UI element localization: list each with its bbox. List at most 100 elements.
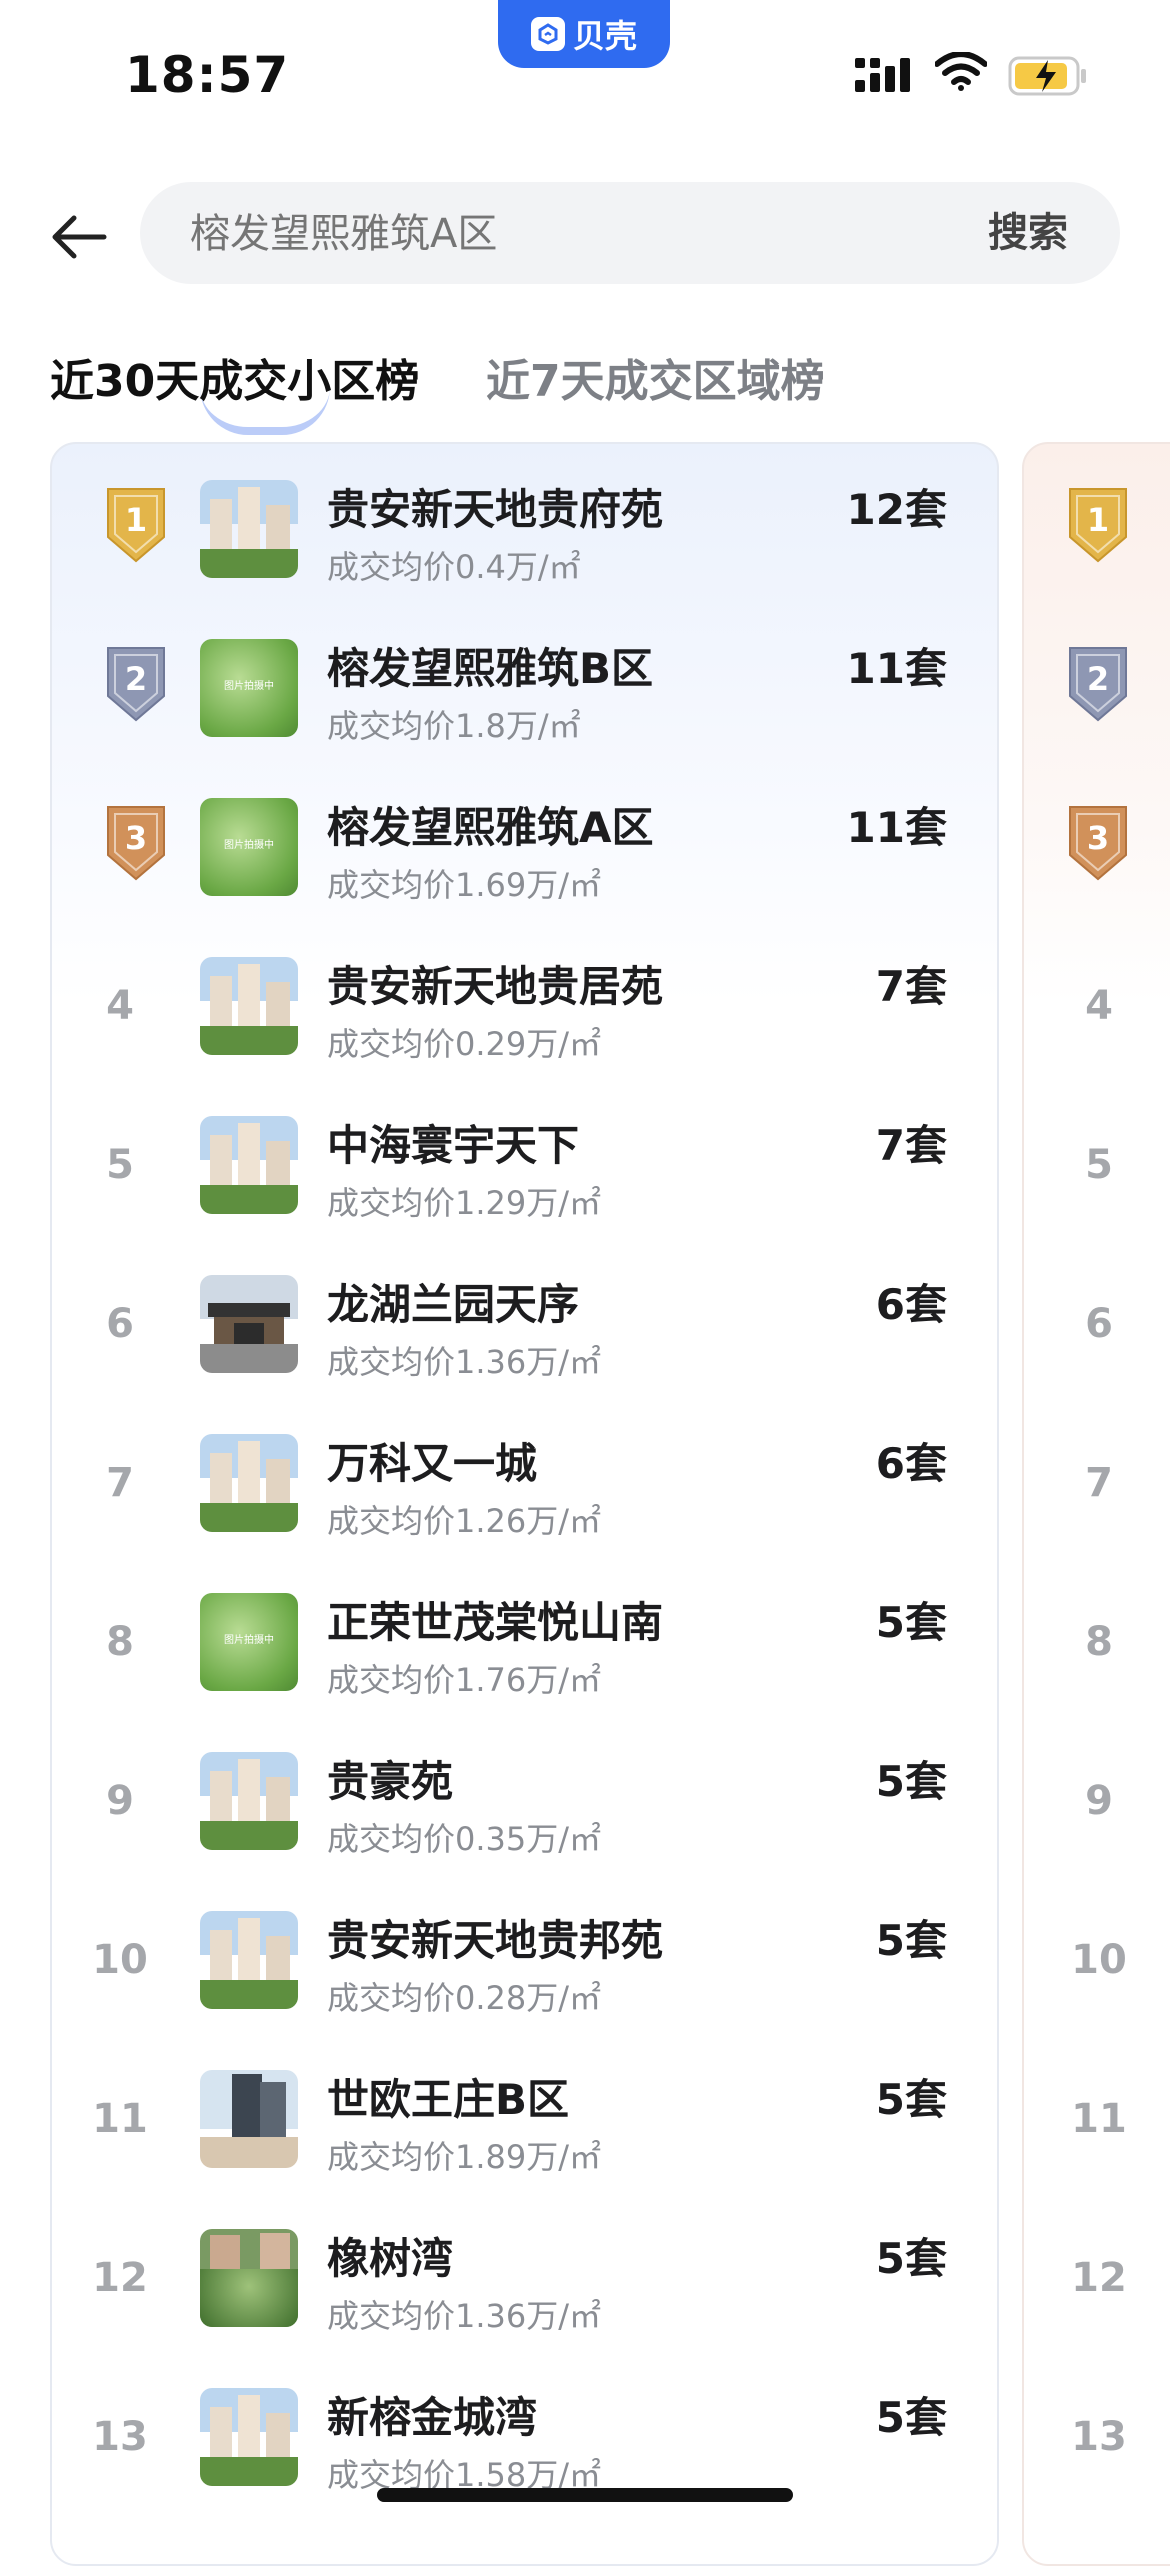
community-thumbnail <box>200 1434 298 1532</box>
rank-number: 11 <box>1071 2096 1127 2142</box>
svg-text:2: 2 <box>125 660 147 698</box>
rank-number: 13 <box>92 2414 148 2460</box>
ranking-row[interactable]: 4 贵安新天地贵居苑 成交均价0.29万/㎡ 7套 <box>52 931 997 1090</box>
average-price: 成交均价0.4万/㎡ <box>327 548 581 586</box>
preview-ranking-row: 9 <box>1024 1726 1170 1885</box>
tab-7-day-district-ranking[interactable]: 近7天成交区域榜 <box>486 345 825 409</box>
community-thumbnail: 图片拍摄中 <box>200 639 298 737</box>
preview-ranking-row: 10 <box>1024 1885 1170 2044</box>
preview-ranking-row: 2 <box>1024 613 1170 772</box>
rank-1-medal-icon: 1 <box>104 485 168 563</box>
wifi-icon <box>935 52 987 91</box>
ranking-row[interactable]: 12 橡树湾 成交均价1.36万/㎡ 5套 <box>52 2203 997 2362</box>
preview-ranking-row: 1 <box>1024 454 1170 613</box>
status-time: 18:57 <box>125 46 290 104</box>
ranking-row[interactable]: 9 贵豪苑成交均价0.35万/㎡ 5套 <box>52 1726 997 1885</box>
rank-3-medal-icon: 3 <box>104 803 168 881</box>
search-input[interactable] <box>188 182 892 286</box>
rank-number: 8 <box>1085 1619 1113 1665</box>
community-thumbnail <box>200 957 298 1055</box>
svg-text:3: 3 <box>125 819 147 857</box>
search-bar[interactable]: 搜索 <box>140 182 1120 286</box>
preview-ranking-row: 5 <box>1024 1090 1170 1249</box>
ranking-row[interactable]: 3 图片拍摄中 榕发望熙雅筑A区 成交均价1.69万/㎡ 11套 <box>52 772 997 931</box>
rank-number: 9 <box>106 1778 134 1824</box>
average-price: 成交均价1.36万/㎡ <box>327 1343 602 1381</box>
average-price: 成交均价1.89万/㎡ <box>327 2138 602 2176</box>
deal-count: 5套 <box>875 1916 947 1965</box>
deal-count: 5套 <box>875 2075 947 2124</box>
deal-count: 5套 <box>875 1757 947 1806</box>
rank-number: 11 <box>92 2096 148 2142</box>
rank-number: 6 <box>1085 1301 1113 1347</box>
ranking-row[interactable]: 1 贵安新天地贵府苑 成交均价0.4万/㎡ 12套 <box>52 454 997 613</box>
ranking-row[interactable]: 8 图片拍摄中 正荣世茂棠悦山南 成交均价1.76万/㎡ 5套 <box>52 1567 997 1726</box>
ranking-row[interactable]: 7 万科又一城成交均价1.26万/㎡ 6套 <box>52 1408 997 1567</box>
community-name: 贵豪苑 <box>327 1757 454 1806</box>
average-price: 成交均价1.26万/㎡ <box>327 1502 602 1540</box>
ranking-row[interactable]: 10 贵安新天地贵邦苑 成交均价0.28万/㎡ 5套 <box>52 1885 997 2044</box>
rank-number: 5 <box>1085 1142 1113 1188</box>
community-name: 贵安新天地贵府苑 <box>327 485 664 534</box>
preview-ranking-row: 8 <box>1024 1567 1170 1726</box>
rank-number: 4 <box>106 983 134 1029</box>
community-thumbnail <box>200 1116 298 1214</box>
rank-number: 7 <box>1085 1460 1113 1506</box>
average-price: 成交均价1.36万/㎡ <box>327 2297 602 2335</box>
ranking-row[interactable]: 11 世欧王庄B区成交均价1.89万/㎡ 5套 <box>52 2044 997 2203</box>
ranking-tabs: 近30天成交小区榜 近7天成交区域榜 <box>50 345 1150 435</box>
beike-logo-icon <box>530 17 565 51</box>
deal-count: 5套 <box>875 2393 947 2442</box>
community-thumbnail <box>200 1275 298 1373</box>
community-name: 万科又一城 <box>327 1439 538 1488</box>
back-arrow-icon <box>52 215 107 259</box>
preview-ranking-row: 13 <box>1024 2362 1170 2521</box>
average-price: 成交均价1.8万/㎡ <box>327 707 581 745</box>
deal-count: 7套 <box>875 1121 947 1170</box>
battery-charging-icon <box>1008 56 1086 96</box>
search-button[interactable]: 搜索 <box>988 182 1068 284</box>
rank-number: 6 <box>106 1301 134 1347</box>
deal-count: 5套 <box>875 2234 947 2283</box>
average-price: 成交均价0.35万/㎡ <box>327 1820 602 1858</box>
rank-number: 7 <box>106 1460 134 1506</box>
status-bar: 18:57 贝壳 <box>0 0 1170 150</box>
community-thumbnail <box>200 480 298 578</box>
community-name: 中海寰宇天下 <box>327 1121 580 1170</box>
community-name: 世欧王庄B区 <box>327 2075 570 2124</box>
average-price: 成交均价1.69万/㎡ <box>327 866 602 904</box>
rank-number: 4 <box>1085 983 1113 1029</box>
preview-ranking-row: 4 <box>1024 931 1170 1090</box>
deal-count: 6套 <box>875 1439 947 1488</box>
svg-text:1: 1 <box>125 501 147 539</box>
community-name: 正荣世茂棠悦山南 <box>327 1598 664 1647</box>
back-button[interactable] <box>48 205 112 269</box>
preview-ranking-row: 12 <box>1024 2203 1170 2362</box>
preview-ranking-row: 6 <box>1024 1249 1170 1408</box>
ranking-row[interactable]: 6 龙湖兰园天序成交均价1.36万/㎡ 6套 <box>52 1249 997 1408</box>
ranking-row[interactable]: 5 中海寰宇天下 成交均价1.29万/㎡ 7套 <box>52 1090 997 1249</box>
thumb-placeholder-text: 图片拍摄中 <box>224 681 274 692</box>
average-price: 成交均价1.29万/㎡ <box>327 1184 602 1222</box>
ranking-row[interactable]: 2 图片拍摄中 榕发望熙雅筑B区 成交均价1.8万/㎡ 11套 <box>52 613 997 772</box>
app-return-pill[interactable]: 贝壳 <box>498 0 670 68</box>
home-indicator <box>377 2488 793 2502</box>
community-thumbnail <box>200 2070 298 2168</box>
average-price: 成交均价1.76万/㎡ <box>327 1661 602 1699</box>
community-name: 贵安新天地贵居苑 <box>327 962 664 1011</box>
deal-count: 11套 <box>846 803 947 852</box>
preview-ranking-row: 3 <box>1024 772 1170 931</box>
deal-count: 7套 <box>875 962 947 1011</box>
community-thumbnail <box>200 1752 298 1850</box>
community-name: 龙湖兰园天序 <box>327 1280 580 1329</box>
preview-ranking-row: 11 <box>1024 2044 1170 2203</box>
rank-number: 13 <box>1071 2414 1127 2460</box>
tab-30-day-community-ranking[interactable]: 近30天成交小区榜 <box>50 345 419 409</box>
district-ranking-card-preview[interactable]: 1 2 3 4 5 6 7 8 9 10 11 12 13 <box>1022 442 1170 2566</box>
deal-count: 6套 <box>875 1280 947 1329</box>
rank-number: 10 <box>1071 1937 1127 1983</box>
app-name: 贝壳 <box>572 17 637 55</box>
thumb-placeholder-text: 图片拍摄中 <box>224 1635 274 1646</box>
thumb-placeholder-text: 图片拍摄中 <box>224 840 274 851</box>
rank-number: 10 <box>92 1937 148 1983</box>
